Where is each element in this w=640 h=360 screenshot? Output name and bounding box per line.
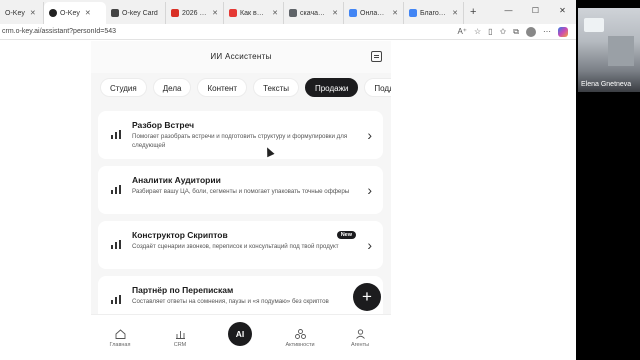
search-icon [289,9,297,17]
split-screen-icon[interactable]: ▯ [488,27,492,36]
browser-tab[interactable]: Благодар ✕ [404,2,464,24]
browser-tab[interactable]: Онлайн Yo ✕ [344,2,404,24]
tab-title: Онлайн Yo [360,9,387,17]
favorite-star-icon[interactable]: ☆ [474,27,481,36]
browser-tab-strip: O-Key ✕ O-Key ✕ O-key Card 2026 прези ✕ … [0,0,576,24]
close-icon[interactable]: ✕ [85,9,91,17]
category-tabs: Студия Дела Контент Тексты Продажи Подде… [91,73,391,99]
new-badge: New [336,231,356,239]
page-icon [111,9,119,17]
assistant-card[interactable]: Разбор Встреч Помогает разобрать встречи… [98,111,383,159]
close-icon[interactable]: ✕ [272,9,278,17]
url-field[interactable]: crm.o-key.ai/assistant?personId=543 [0,28,457,35]
tab-studio[interactable]: Студия [100,78,147,97]
read-aloud-icon[interactable]: A⁺ [457,27,467,36]
nav-home[interactable]: Главная [100,329,140,348]
profile-avatar[interactable] [526,26,536,37]
close-icon[interactable]: ✕ [452,9,458,17]
app-header: ИИ Ассистенты [91,41,391,73]
browser-tab[interactable]: 2026 прези ✕ [166,2,224,24]
bar-chart-icon [111,185,121,194]
card-title: Аналитик Аудитории [132,175,221,185]
chevron-right-icon: › [367,127,372,143]
toolbar-icons: A⁺ ☆ ▯ ✩ ⧉ ⋯ [457,26,576,37]
nav-activity[interactable]: Активности [280,329,320,348]
close-window-button[interactable]: ✕ [549,0,576,22]
tab-title: 2026 прези [182,9,208,17]
nav-label: Главная [109,342,131,348]
tab-content[interactable]: Контент [197,78,248,97]
participant-name: Elena Gnetneva [581,81,632,88]
window-controls: — ☐ ✕ [495,0,576,22]
bar-chart-icon [111,130,121,139]
collections-icon[interactable]: ⧉ [513,27,519,37]
card-description: Создаёт сценарии звонков, переписок и ко… [132,243,339,250]
participant-video: Elena Gnetneva [578,8,640,92]
bar-chart-icon [111,295,121,304]
card-title: Конструктор Скриптов [132,230,228,240]
nav-label: Активности [285,342,315,348]
card-title: Разбор Встреч [132,120,195,130]
youtube-icon [229,9,237,17]
tab-title: O-Key [60,9,80,17]
video-background [608,36,634,66]
tab-title: O-Key [5,9,25,17]
presentation-icon [171,9,179,17]
browser-tab[interactable]: O-Key ✕ [0,2,44,24]
close-icon[interactable]: ✕ [332,9,338,17]
address-bar: crm.o-key.ai/assistant?personId=543 A⁺ ☆… [0,24,576,40]
page-title: ИИ Ассистенты [210,52,272,61]
maximize-button[interactable]: ☐ [522,0,549,22]
tab-title: Как внедр [240,9,267,17]
assistant-app: ИИ Ассистенты Студия Дела Контент Тексты… [91,41,391,360]
more-icon[interactable]: ⋯ [543,27,551,36]
home-icon [115,329,125,339]
tab-support[interactable]: Поддержка [364,78,391,97]
history-icon[interactable] [371,51,382,62]
screen: O-Key ✕ O-Key ✕ O-key Card 2026 прези ✕ … [0,0,576,360]
new-tab-button[interactable]: + [464,6,482,18]
doc-icon [349,9,357,17]
nav-agents[interactable]: Агенты [340,329,380,348]
browser-tab[interactable]: Как внедр ✕ [224,2,284,24]
chevron-right-icon: › [367,182,372,198]
nav-crm[interactable]: CRM [160,329,200,348]
minimize-button[interactable]: — [495,0,522,22]
card-title: Партнёр по Перепискам [132,285,234,295]
tab-title: Благодар [420,9,447,17]
ai-button[interactable]: AI [228,322,252,346]
tab-sales[interactable]: Продажи [304,78,359,97]
close-icon[interactable]: ✕ [392,9,398,17]
activity-icon [294,329,306,339]
favorites-icon[interactable]: ✩ [500,27,507,36]
browser-tab[interactable]: скачать ви ✕ [284,2,344,24]
bottom-nav: Главная CRM AI Активности Агенты [91,314,391,360]
copilot-icon[interactable] [558,26,568,37]
tab-tasks[interactable]: Дела [152,78,192,97]
assistant-card[interactable]: Аналитик Аудитории Разбирает вашу ЦА, бо… [98,166,383,214]
crm-chart-icon [175,331,185,339]
okey-logo-icon [49,9,57,17]
tab-texts[interactable]: Тексты [253,78,299,97]
browser-tab-active[interactable]: O-Key ✕ [44,2,106,24]
card-description: Помогает разобрать встречи и подготовить… [132,133,348,149]
agents-icon [355,329,365,339]
bar-chart-icon [111,240,121,249]
assistant-card[interactable]: Конструктор Скриптов New Создаёт сценари… [98,221,383,269]
card-description: Составляет ответы на сомнения, паузы и «… [132,298,329,305]
close-icon[interactable]: ✕ [212,9,218,17]
nav-label: CRM [173,342,187,348]
card-description: Разбирает вашу ЦА, боли, сегменты и помо… [132,188,350,195]
tab-title: скачать ви [300,9,327,17]
add-button[interactable]: + [353,283,381,311]
close-icon[interactable]: ✕ [30,9,36,17]
nav-label: Агенты [350,342,370,348]
doc-icon [409,9,417,17]
assistant-list: Разбор Встреч Помогает разобрать встречи… [91,99,391,324]
tab-title: O-key Card [122,9,158,17]
browser-tab[interactable]: O-key Card [106,2,166,24]
video-background [584,18,604,32]
chevron-right-icon: › [367,237,372,253]
